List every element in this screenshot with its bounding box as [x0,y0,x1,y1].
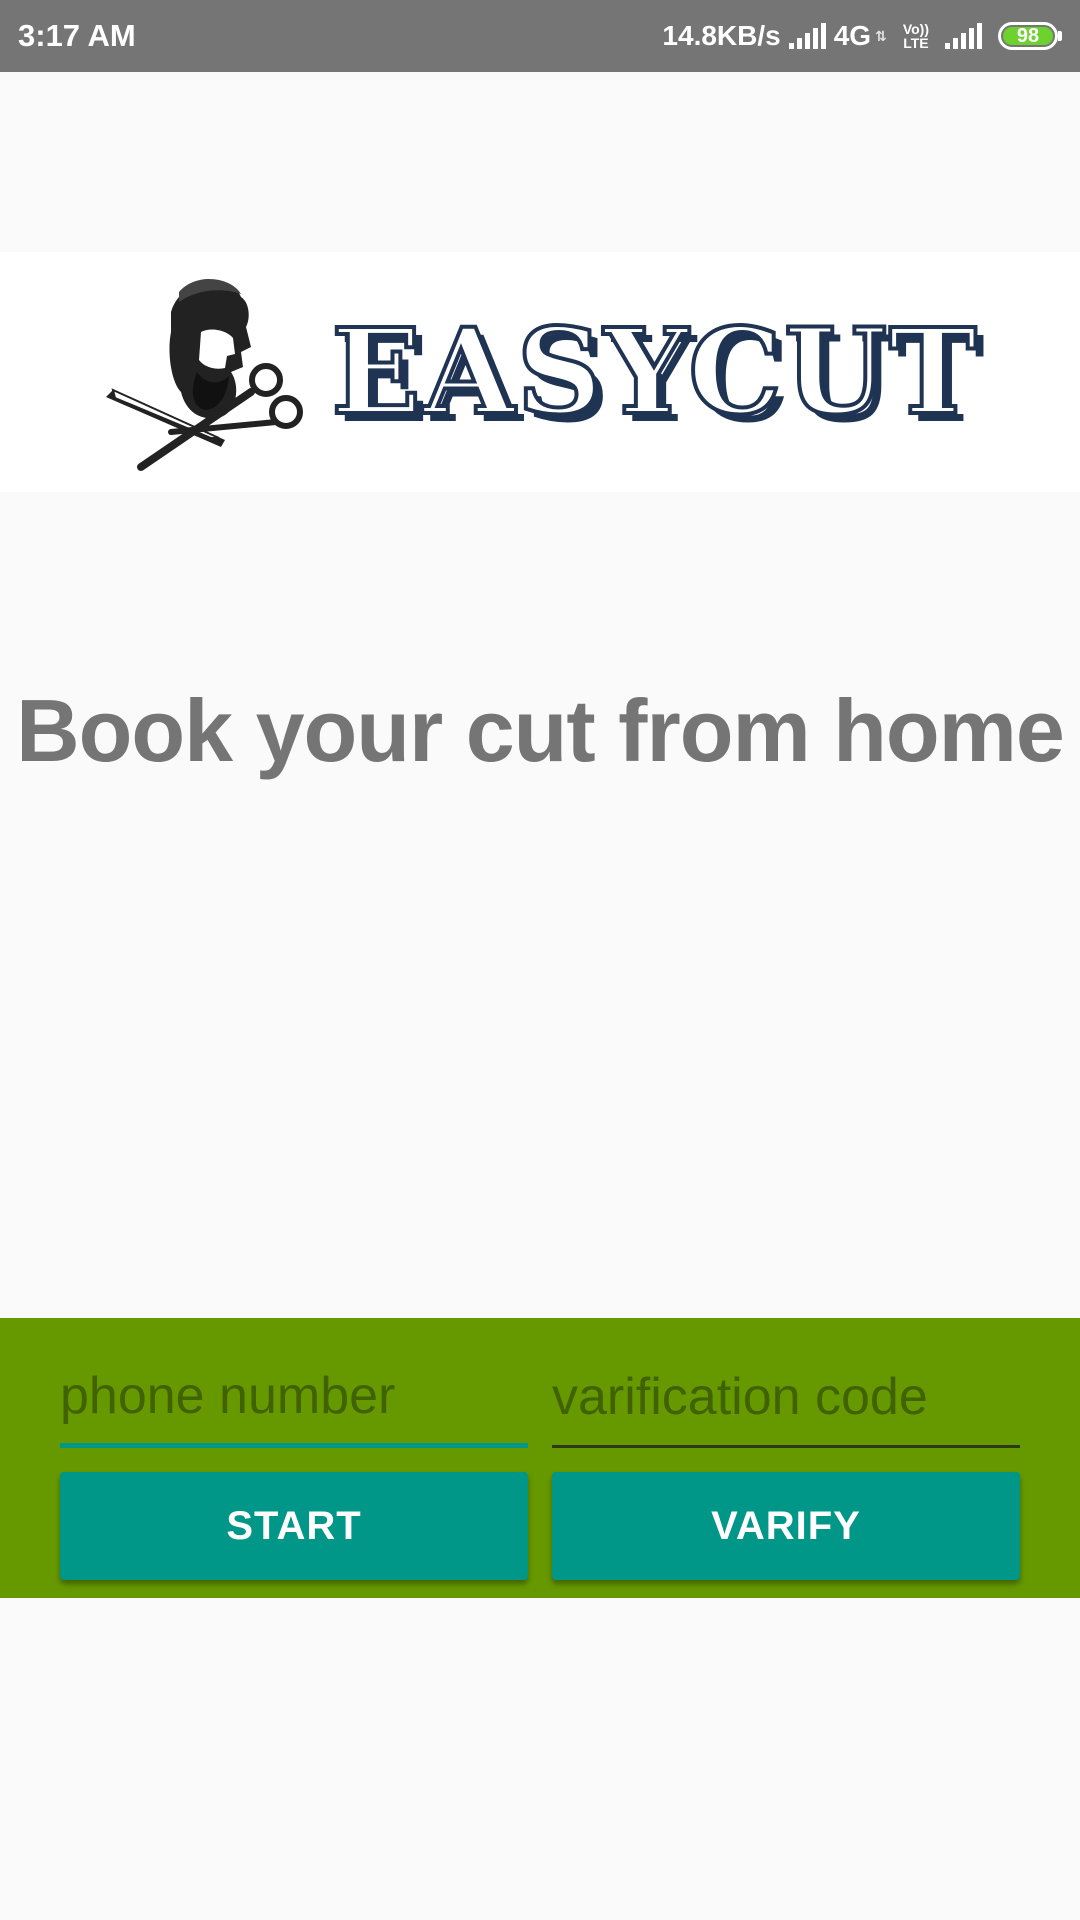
logo-banner: EASYCUT [0,252,1080,492]
battery-icon: 98 [998,22,1062,50]
volte-bottom: LTE [903,35,929,51]
status-icons: 14.8KB/s 4G ⇅ Vo)) LTE 98 [662,20,1062,52]
status-bar: 3:17 AM 14.8KB/s 4G ⇅ Vo)) LTE 98 [0,0,1080,72]
barber-scissors-razor-icon [106,279,304,471]
volte-icon: Vo)) LTE [903,22,929,50]
verification-code-input[interactable] [552,1348,1020,1448]
volte-top: Vo)) [902,21,929,37]
tagline: Book your cut from home [16,681,1065,780]
status-time: 3:17 AM [18,18,136,53]
network-type: 4G [833,20,872,51]
network-speed: 14.8KB/s [662,20,781,51]
login-panel: START VARIFY [0,1318,1080,1598]
battery-level: 98 [1003,26,1053,46]
signal-strength-icon [788,23,826,49]
signal-strength-icon-2 [945,23,982,49]
verify-button[interactable]: VARIFY [552,1472,1020,1580]
brand-wordmark: EASYCUT [329,302,979,441]
start-button[interactable]: START [60,1472,528,1580]
data-activity-icon: ⇅ [875,27,887,44]
phone-number-input[interactable] [60,1348,528,1448]
